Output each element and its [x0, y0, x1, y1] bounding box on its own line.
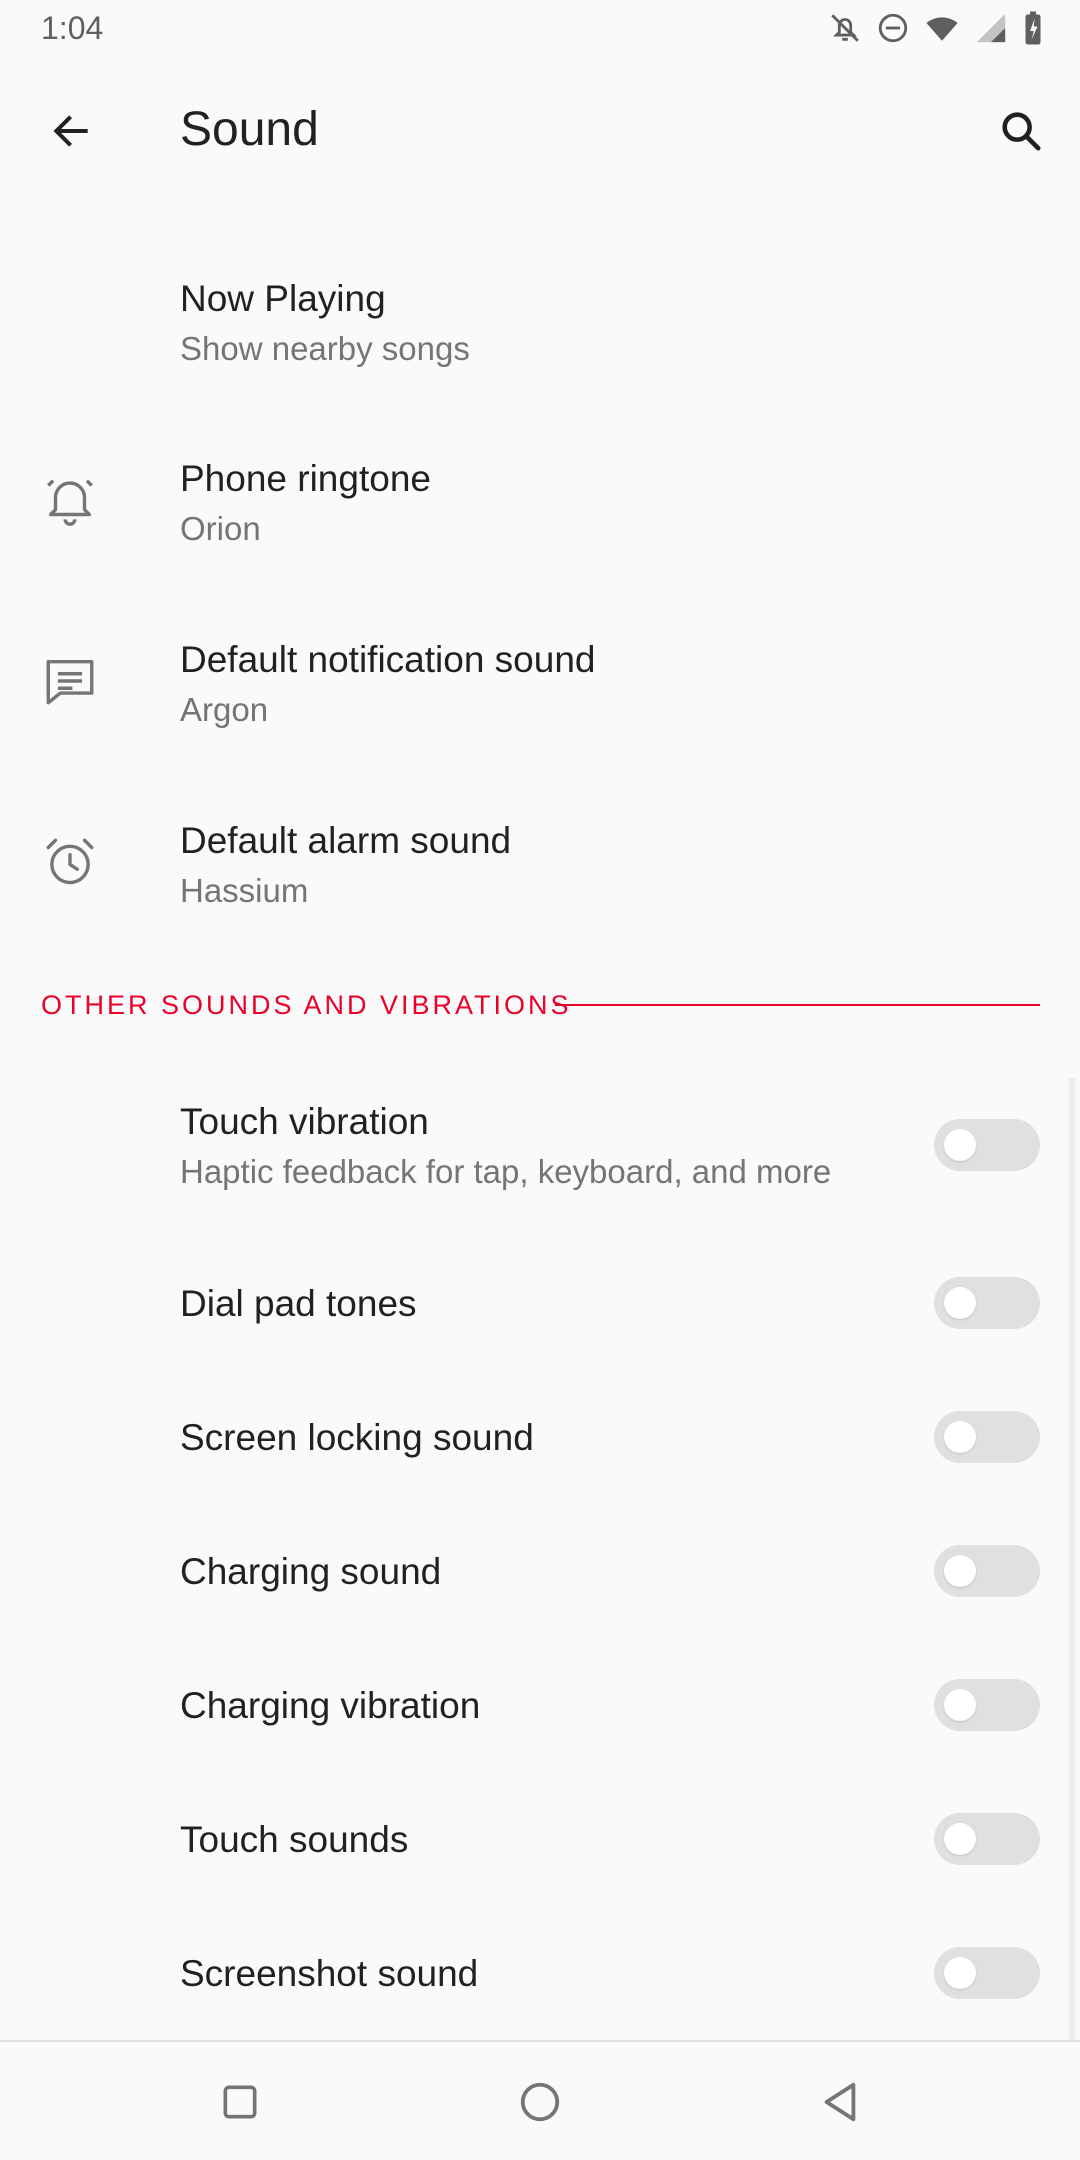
alarm-clock-icon — [40, 832, 100, 892]
charging-vibration-item[interactable]: Charging vibration — [0, 1667, 1080, 1777]
wifi-icon — [924, 11, 960, 50]
message-icon — [40, 651, 100, 711]
switch-knob — [944, 1957, 976, 1989]
do-not-disturb-icon — [876, 11, 910, 50]
item-title: Charging sound — [180, 1551, 442, 1592]
switch-knob — [944, 1287, 976, 1319]
item-title: Screenshot sound — [180, 1953, 479, 1994]
switch-knob — [944, 1129, 976, 1161]
item-title: Default notification sound — [180, 639, 596, 680]
home-circle-icon — [520, 2082, 560, 2122]
item-title: Phone ringtone — [180, 458, 431, 499]
now-playing-item[interactable]: Now Playing Show nearby songs — [0, 260, 1080, 400]
screen-locking-sound-switch[interactable] — [934, 1411, 1040, 1463]
dial-pad-tones-item[interactable]: Dial pad tones — [0, 1265, 1080, 1375]
item-title: Touch sounds — [180, 1819, 409, 1860]
status-icons — [828, 10, 1044, 50]
item-title: Screen locking sound — [180, 1417, 534, 1458]
item-title: Default alarm sound — [180, 820, 512, 861]
charging-sound-switch[interactable] — [934, 1545, 1040, 1597]
back-triangle-icon — [824, 2082, 856, 2122]
item-subtitle: Show nearby songs — [180, 330, 470, 367]
switch-knob — [944, 1823, 976, 1855]
section-header: OTHER SOUNDS AND VIBRATIONS — [41, 990, 572, 1020]
nav-back-button[interactable] — [800, 2062, 880, 2142]
recents-button[interactable] — [200, 2062, 280, 2142]
item-title: Now Playing — [180, 278, 386, 319]
default-notification-sound-item[interactable]: Default notification sound Argon — [0, 621, 1080, 761]
item-subtitle: Orion — [180, 510, 261, 547]
dial-pad-tones-switch[interactable] — [934, 1277, 1040, 1329]
notifications-off-icon — [828, 11, 862, 50]
arrow-back-icon — [53, 115, 88, 147]
item-subtitle: Argon — [180, 691, 269, 728]
phone-ringtone-item[interactable]: Phone ringtone Orion — [0, 440, 1080, 580]
home-button[interactable] — [500, 2062, 580, 2142]
battery-charging-icon — [1022, 10, 1044, 51]
search-icon — [1002, 112, 1041, 151]
navigation-bar — [0, 2040, 1080, 2160]
screenshot-sound-item[interactable]: Screenshot sound — [0, 1935, 1080, 2040]
touch-vibration-switch[interactable] — [934, 1119, 1040, 1171]
switch-knob — [944, 1555, 976, 1587]
touch-sounds-item[interactable]: Touch sounds — [0, 1801, 1080, 1911]
item-title: Charging vibration — [180, 1685, 481, 1726]
switch-knob — [944, 1421, 976, 1453]
screen-locking-sound-item[interactable]: Screen locking sound — [0, 1399, 1080, 1509]
item-subtitle: Hassium — [180, 872, 309, 909]
screenshot-sound-switch[interactable] — [934, 1947, 1040, 1999]
charging-sound-item[interactable]: Charging sound — [0, 1533, 1080, 1643]
switch-knob — [944, 1689, 976, 1721]
bell-icon — [40, 470, 100, 530]
default-alarm-sound-item[interactable]: Default alarm sound Hassium — [0, 802, 1080, 942]
recents-square-icon — [223, 2085, 257, 2119]
status-bar: 1:04 — [0, 0, 1080, 60]
section-divider — [555, 1004, 1040, 1006]
charging-vibration-switch[interactable] — [934, 1679, 1040, 1731]
item-title: Dial pad tones — [180, 1283, 417, 1324]
touch-vibration-item[interactable]: Touch vibration Haptic feedback for tap,… — [0, 1085, 1080, 1225]
status-time: 1:04 — [41, 10, 104, 46]
scrollbar[interactable] — [1069, 1078, 1075, 2040]
item-subtitle: Haptic feedback for tap, keyboard, and m… — [180, 1153, 832, 1190]
search-button[interactable] — [986, 96, 1056, 166]
page-title: Sound — [180, 103, 319, 156]
signal-icon — [974, 11, 1008, 50]
touch-sounds-switch[interactable] — [934, 1813, 1040, 1865]
app-bar: Sound — [0, 60, 1080, 200]
back-button[interactable] — [36, 96, 106, 166]
item-title: Touch vibration — [180, 1101, 429, 1142]
